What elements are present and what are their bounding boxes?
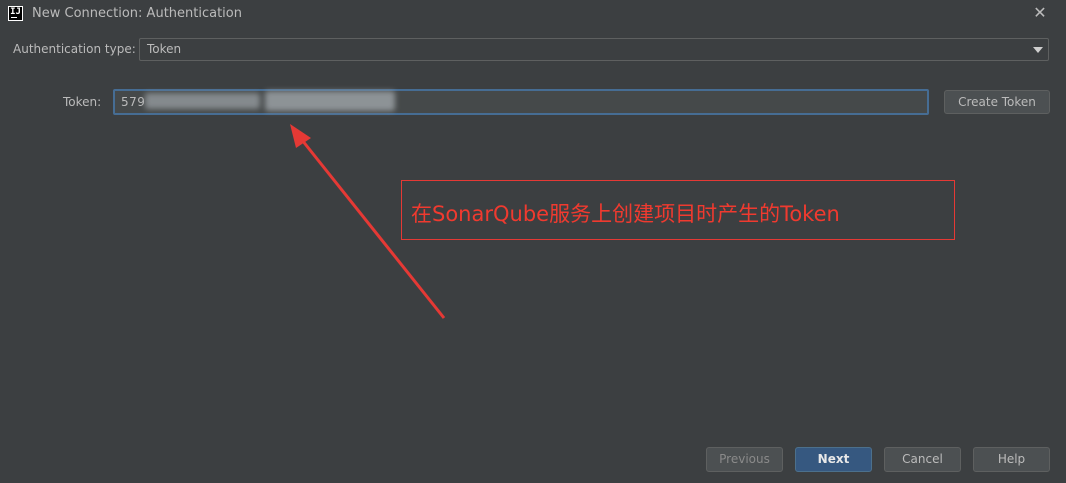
title-bar: IJ New Connection: Authentication ✕ [0,0,1066,28]
close-icon[interactable]: ✕ [1032,4,1048,22]
annotation-arrow [290,124,446,319]
cancel-button[interactable]: Cancel [884,447,961,472]
authentication-type-value: Token [147,42,182,56]
dialog-window: IJ New Connection: Authentication ✕ Auth… [0,0,1066,483]
annotation-box: 在SonarQube服务上创建项目时产生的Token [401,180,955,240]
annotation-text: 在SonarQube服务上创建项目时产生的Token [411,202,840,226]
arrow-head [290,124,311,148]
token-value: 579 [121,95,146,109]
authentication-type-label: Authentication type: [13,42,136,56]
chevron-down-icon [1033,47,1043,53]
create-token-button[interactable]: Create Token [944,90,1050,114]
next-button[interactable]: Next [795,447,872,472]
redacted-token-blur [265,91,395,111]
app-icon-text: IJ [10,7,21,17]
intellij-app-icon: IJ [8,6,23,21]
window-title: New Connection: Authentication [32,6,242,21]
token-label: Token: [63,95,102,109]
help-button[interactable]: Help [973,447,1050,472]
token-input[interactable]: 579 [113,89,929,115]
redacted-token-blur [145,93,260,109]
authentication-type-dropdown[interactable]: Token [139,38,1049,61]
previous-button[interactable]: Previous [706,447,783,472]
